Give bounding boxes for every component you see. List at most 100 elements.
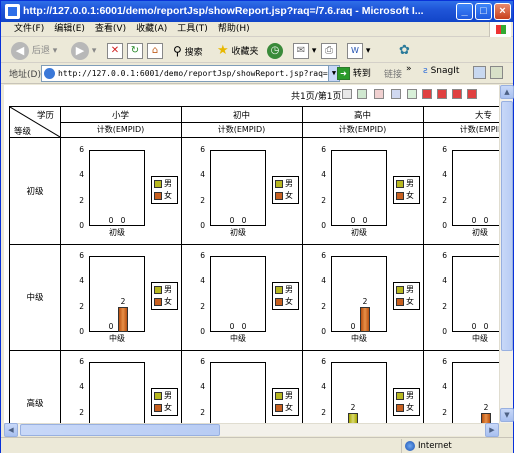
- bar-female: [118, 306, 128, 332]
- legend-item: 女: [396, 297, 414, 307]
- scroll-right-icon[interactable]: ▶: [485, 423, 499, 437]
- snagit-button[interactable]: ƨ SnagIt: [423, 66, 459, 76]
- row-header: 初级: [26, 187, 44, 197]
- legend-swatch: [154, 285, 162, 294]
- menu-view[interactable]: 查看(V): [90, 22, 131, 37]
- address-input[interactable]: http://127.0.0.1:6001/demo/reportJsp/sho…: [41, 65, 340, 82]
- data-label: 0: [350, 322, 356, 331]
- data-label: 0: [483, 216, 489, 225]
- vertical-scrollbar[interactable]: ▲ ▼: [499, 85, 514, 423]
- menu-file[interactable]: 文件(F): [9, 22, 49, 37]
- forward-button[interactable]: ▶ ▾: [71, 41, 96, 61]
- ie-icon: [5, 4, 20, 19]
- y-tick-label: 6: [200, 251, 205, 260]
- y-tick-label: 4: [200, 276, 205, 286]
- go-arrow-icon: ➜: [337, 67, 350, 80]
- y-tick-label: 6: [200, 145, 205, 154]
- home-button[interactable]: ⌂: [147, 41, 163, 61]
- chart-plot-area: [210, 256, 266, 332]
- y-tick-label: 6: [442, 145, 447, 154]
- stop-button[interactable]: ✕: [107, 41, 123, 61]
- browser-window: http://127.0.0.1:6001/demo/reportJsp/sho…: [0, 0, 514, 453]
- first-page-icon[interactable]: [422, 89, 432, 99]
- menu-tools[interactable]: 工具(T): [172, 22, 213, 37]
- back-button[interactable]: ◀ 后退 ▾: [11, 41, 57, 61]
- refresh-icon: ↻: [127, 42, 143, 59]
- prev-page-icon[interactable]: [437, 89, 447, 99]
- y-tick-label: 2: [200, 407, 205, 417]
- links-chevron-icon[interactable]: »: [406, 64, 412, 74]
- export-word-icon[interactable]: [391, 89, 401, 99]
- data-label: 2: [362, 296, 368, 306]
- y-tick-label: 2: [200, 195, 205, 205]
- y-tick-label: 4: [442, 276, 447, 286]
- scroll-down-icon[interactable]: ▼: [500, 408, 514, 422]
- minimize-button[interactable]: _: [456, 3, 473, 20]
- bar-chart: 642000初级男女: [72, 145, 184, 238]
- menu-edit[interactable]: 编辑(E): [49, 22, 90, 37]
- chart-plot-area: [331, 256, 387, 332]
- legend-swatch: [275, 391, 283, 400]
- search-button[interactable]: ⚲ 搜索: [173, 41, 203, 61]
- bar-chart: 6 4 2 0 0 2 中级 男女: [314, 251, 426, 344]
- close-button[interactable]: ×: [494, 3, 511, 20]
- home-icon: ⌂: [147, 42, 163, 59]
- messenger-button[interactable]: ✿: [399, 41, 410, 61]
- menu-help[interactable]: 帮助(H): [213, 22, 255, 37]
- column-header: 初中: [232, 111, 250, 121]
- favorites-button[interactable]: ★ 收藏夹: [217, 41, 259, 61]
- chart-legend: 男女: [272, 388, 299, 416]
- y-tick-label: 4: [321, 170, 326, 180]
- y-tick-label: 2: [79, 195, 84, 205]
- export-excel-icon[interactable]: [357, 89, 367, 99]
- chart-legend: 男女: [151, 176, 178, 204]
- links-label[interactable]: 链接: [384, 67, 402, 80]
- y-tick-label: 0: [321, 327, 326, 336]
- next-page-icon[interactable]: [452, 89, 462, 99]
- scroll-up-icon[interactable]: ▲: [500, 85, 514, 99]
- legend-label: 男: [285, 285, 293, 294]
- scroll-left-icon[interactable]: ◀: [4, 423, 18, 437]
- address-bar: 地址(D) http://127.0.0.1:6001/demo/reportJ…: [1, 63, 513, 84]
- data-label: 0: [241, 322, 247, 331]
- address-label: 地址(D): [9, 70, 41, 80]
- legend-label: 男: [406, 285, 414, 294]
- history-button[interactable]: ◷: [267, 41, 283, 61]
- legend-swatch: [275, 403, 283, 412]
- y-tick-label: 6: [321, 251, 326, 260]
- export-pdf-icon[interactable]: [374, 89, 384, 99]
- snagit-region-icon[interactable]: [490, 66, 503, 79]
- mail-button[interactable]: ✉ ▾: [293, 41, 316, 61]
- y-tick-label: 4: [200, 170, 205, 180]
- grid-hline: [10, 137, 513, 138]
- legend-swatch: [154, 297, 162, 306]
- chart-plot-area: [89, 256, 145, 332]
- x-category-label: 中级: [472, 334, 488, 343]
- print-icon: ⎙: [321, 42, 337, 59]
- report-pager: 共1页/第1页: [4, 85, 513, 103]
- menu-favorites[interactable]: 收藏(A): [131, 22, 172, 37]
- horizontal-scroll-thumb[interactable]: [20, 424, 220, 436]
- print-report-icon[interactable]: [342, 89, 352, 99]
- chart-legend: 男女: [151, 388, 178, 416]
- legend-swatch: [154, 191, 162, 200]
- windows-logo-icon: [489, 22, 511, 37]
- last-page-icon[interactable]: [467, 89, 477, 99]
- toolbar: ◀ 后退 ▾ ▶ ▾ ✕ ↻ ⌂ ⚲ 搜索 ★ 收藏夹 ◷ ✉ ▾ ⎙ W ▾ …: [1, 38, 513, 63]
- chart-legend: 男女: [393, 176, 420, 204]
- bar-chart: 642000初级男女: [314, 145, 426, 238]
- snagit-window-icon[interactable]: [473, 66, 486, 79]
- horizontal-scrollbar[interactable]: ◀ ▶: [4, 423, 499, 437]
- export-text-icon[interactable]: [407, 89, 417, 99]
- go-button[interactable]: ➜ 转到: [337, 66, 371, 80]
- refresh-button[interactable]: ↻: [127, 41, 143, 61]
- edit-button[interactable]: W ▾: [347, 41, 370, 61]
- data-label: 2: [350, 402, 356, 412]
- bar-female: [481, 412, 491, 423]
- print-button[interactable]: ⎙: [321, 41, 337, 61]
- legend-label: 女: [406, 191, 414, 200]
- maximize-button[interactable]: □: [475, 3, 492, 20]
- bar-chart: 642000中级男女: [193, 251, 305, 344]
- vertical-scroll-thumb[interactable]: [501, 101, 513, 351]
- legend-item: 男: [154, 179, 172, 189]
